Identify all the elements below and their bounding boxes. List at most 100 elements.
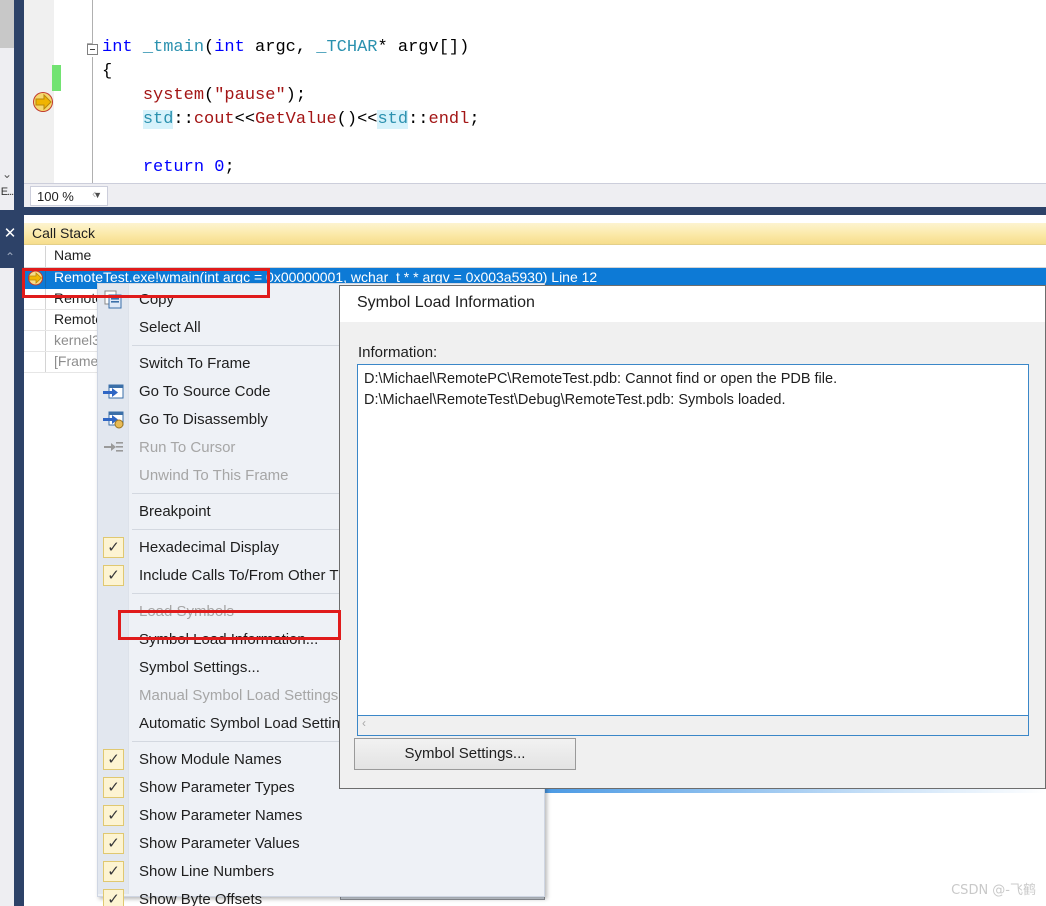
- context-menu-item-label: Go To Disassembly: [139, 411, 268, 428]
- dialog-title: Symbol Load Information: [357, 294, 535, 311]
- column-header-name[interactable]: Name: [54, 247, 91, 263]
- call-stack-row-gutter: [24, 352, 46, 372]
- background-window-right-accent: [545, 789, 1046, 793]
- code-token: GetValue: [255, 110, 337, 129]
- current-statement-arrow-icon: [32, 91, 56, 113]
- chrome-lower-left-pane: [0, 268, 14, 906]
- code-token: int: [102, 38, 133, 57]
- scroll-left-icon[interactable]: ‹: [362, 716, 366, 730]
- chrome-grey-corner: [0, 0, 14, 48]
- context-menu-item-label: Go To Source Code: [139, 383, 271, 400]
- close-icon[interactable]: ✕: [0, 222, 20, 246]
- call-stack-row-gutter: [24, 310, 46, 330]
- watermark-text: CSDN @-飞鹤: [951, 883, 1036, 898]
- call-stack-row-gutter: [24, 268, 46, 288]
- editor-status-bar: 100 % ▼: [24, 183, 1046, 207]
- code-token: ::: [408, 110, 429, 129]
- checkmark-icon: ✓: [103, 833, 124, 854]
- code-editor[interactable]: int _tmain(int argc, _TCHAR* argv[]){ sy…: [24, 0, 1046, 183]
- context-menu-item-label: Switch To Frame: [139, 355, 251, 372]
- code-token: int: [214, 38, 245, 57]
- checkmark-icon: ✓: [103, 565, 124, 586]
- code-token: ;: [224, 158, 235, 177]
- code-token: "pause": [214, 86, 286, 105]
- context-menu-item-label: Unwind To This Frame: [139, 467, 289, 484]
- code-token: );: [285, 86, 307, 105]
- call-stack-row-gutter: [24, 331, 46, 351]
- code-token: endl: [428, 110, 470, 129]
- source-code-text: int _tmain(int argc, _TCHAR* argv[]){ sy…: [102, 36, 480, 180]
- changed-line-marker: [52, 65, 61, 91]
- context-menu-item-label: Hexadecimal Display: [139, 539, 280, 556]
- context-menu-item-label: Show Parameter Names: [139, 807, 303, 824]
- context-menu-item-label: Show Parameter Values: [139, 835, 300, 852]
- context-menu-item-label: Symbol Settings...: [139, 659, 260, 676]
- call-stack-row-gutter: [24, 289, 46, 309]
- information-line: D:\Michael\RemoteTest\Debug\RemoteTest.p…: [364, 392, 786, 408]
- collapse-region-button[interactable]: [87, 44, 98, 55]
- code-token: return: [142, 158, 205, 177]
- fold-guide-line-lower: [92, 57, 93, 183]
- context-menu-item-label: Manual Symbol Load Settings: [139, 687, 339, 704]
- editor-indicator-gutter: [54, 0, 80, 183]
- current-frame-arrow-icon: [28, 270, 43, 286]
- fold-guide-line: [92, 0, 93, 44]
- chevron-down-icon[interactable]: ⌄: [0, 165, 14, 183]
- autohide-tab-label[interactable]: E...: [0, 183, 15, 201]
- checkmark-icon: ✓: [103, 777, 124, 798]
- symbol-load-information-dialog[interactable]: Symbol Load Information Information: D:\…: [339, 285, 1046, 789]
- code-line: {: [102, 60, 480, 84]
- code-token: (: [204, 38, 215, 57]
- call-stack-header-row: Name: [24, 246, 1046, 268]
- context-menu-item[interactable]: ✓ Show Parameter Values: [98, 830, 542, 858]
- dialog-titlebar: Symbol Load Information: [340, 286, 1045, 322]
- chrome-horizontal-band: [24, 207, 1046, 215]
- context-menu-item-label: Show Byte Offsets: [139, 891, 263, 906]
- checkmark-icon: ✓: [103, 805, 124, 826]
- context-menu-item[interactable]: ✓ Show Parameter Names: [98, 802, 542, 830]
- information-line: D:\Michael\RemotePC\RemoteTest.pdb: Cann…: [364, 371, 838, 387]
- code-token: 0: [214, 158, 225, 177]
- call-stack-header-gutter: [24, 246, 46, 267]
- goto-source-icon: [103, 382, 124, 402]
- code-token: _TCHAR: [316, 38, 378, 57]
- context-menu-item-label: Copy: [139, 291, 175, 308]
- code-line: return 0;: [102, 156, 480, 180]
- code-token: ::: [173, 110, 194, 129]
- code-token: std: [142, 110, 174, 129]
- context-menu-item-label: Load Symbols: [139, 603, 235, 620]
- context-menu-item-label: Automatic Symbol Load Settings: [139, 715, 356, 732]
- code-token: ;: [469, 110, 480, 129]
- hscroll-left-icon[interactable]: ‹: [92, 186, 96, 201]
- context-menu-item-label: Select All: [139, 319, 201, 336]
- context-menu-item-label: Symbol Load Information...: [139, 631, 319, 648]
- checkmark-icon: ✓: [103, 537, 124, 558]
- context-menu-item[interactable]: ✓ Show Line Numbers: [98, 858, 542, 886]
- symbol-settings-button[interactable]: Symbol Settings...: [354, 738, 576, 770]
- code-token: * argv[]): [377, 38, 470, 57]
- chrome-lower-left-band: [14, 268, 24, 906]
- context-menu-item-label: Show Line Numbers: [139, 863, 275, 880]
- code-token: cout: [193, 110, 235, 129]
- code-token: system: [142, 86, 205, 105]
- code-line: std::cout<<GetValue()<<std::endl;: [102, 108, 480, 132]
- call-stack-title: Call Stack: [24, 223, 1046, 245]
- information-horizontal-scrollbar[interactable]: ‹: [357, 716, 1029, 736]
- run-to-cursor-icon: [103, 438, 124, 458]
- code-token: <<: [234, 110, 256, 129]
- context-menu-item-label: Breakpoint: [139, 503, 211, 520]
- goto-disassembly-icon: [103, 410, 124, 430]
- code-line: system("pause");: [102, 84, 480, 108]
- copy-icon: [103, 290, 124, 310]
- code-token: (: [204, 86, 215, 105]
- context-menu-item[interactable]: ✓ Show Byte Offsets: [98, 886, 542, 906]
- code-line: int _tmain(int argc, _TCHAR* argv[]): [102, 36, 480, 60]
- chevron-up-icon[interactable]: ⌃: [0, 246, 20, 268]
- context-menu-item-label: Run To Cursor: [139, 439, 236, 456]
- checkmark-icon: ✓: [103, 861, 124, 882]
- information-textbox[interactable]: D:\Michael\RemotePC\RemoteTest.pdb: Cann…: [357, 364, 1029, 716]
- code-token: argc,: [244, 38, 317, 57]
- code-token: ()<<: [336, 110, 378, 129]
